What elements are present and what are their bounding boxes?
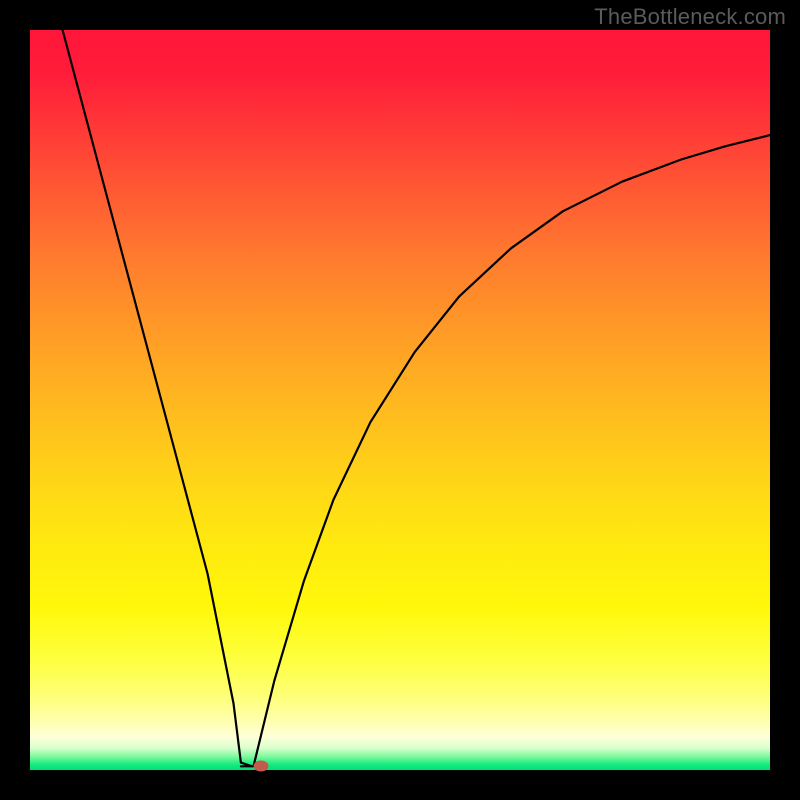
watermark-text: TheBottleneck.com (594, 4, 786, 30)
bottleneck-curve (30, 30, 770, 770)
chart-container: TheBottleneck.com (0, 0, 800, 800)
optimal-point-marker (253, 761, 268, 772)
